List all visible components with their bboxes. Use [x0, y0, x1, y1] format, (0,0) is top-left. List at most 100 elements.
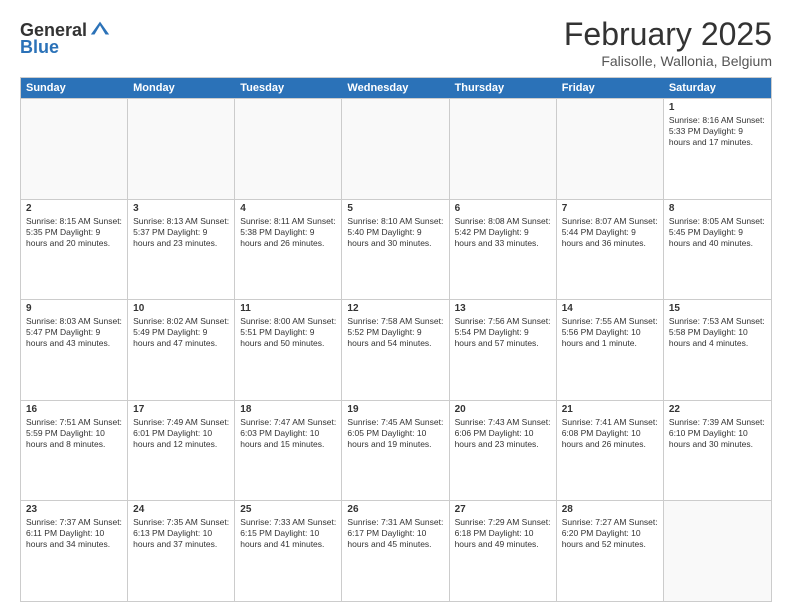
- calendar-row-2: 9 Sunrise: 8:03 AM Sunset: 5:47 PM Daylig…: [21, 299, 771, 400]
- calendar-cell-3-6: 22 Sunrise: 7:39 AM Sunset: 6:10 PM Dayli…: [664, 401, 771, 501]
- day-info: Sunrise: 7:51 AM Sunset: 5:59 PM Dayligh…: [26, 417, 122, 450]
- calendar-cell-4-1: 24 Sunrise: 7:35 AM Sunset: 6:13 PM Dayli…: [128, 501, 235, 601]
- header-thursday: Thursday: [450, 78, 557, 98]
- day-number: 5: [347, 203, 443, 214]
- day-number: 2: [26, 203, 122, 214]
- title-block: February 2025 Falisolle, Wallonia, Belgi…: [564, 16, 772, 69]
- calendar-body: 1 Sunrise: 8:16 AM Sunset: 5:33 PM Daylig…: [21, 98, 771, 601]
- day-info: Sunrise: 7:56 AM Sunset: 5:54 PM Dayligh…: [455, 316, 551, 349]
- header-tuesday: Tuesday: [235, 78, 342, 98]
- day-info: Sunrise: 7:43 AM Sunset: 6:06 PM Dayligh…: [455, 417, 551, 450]
- calendar-cell-2-0: 9 Sunrise: 8:03 AM Sunset: 5:47 PM Daylig…: [21, 300, 128, 400]
- day-number: 10: [133, 303, 229, 314]
- day-info: Sunrise: 8:08 AM Sunset: 5:42 PM Dayligh…: [455, 216, 551, 249]
- day-number: 11: [240, 303, 336, 314]
- day-info: Sunrise: 8:07 AM Sunset: 5:44 PM Dayligh…: [562, 216, 658, 249]
- day-info: Sunrise: 8:13 AM Sunset: 5:37 PM Dayligh…: [133, 216, 229, 249]
- day-info: Sunrise: 7:47 AM Sunset: 6:03 PM Dayligh…: [240, 417, 336, 450]
- day-number: 14: [562, 303, 658, 314]
- day-number: 28: [562, 504, 658, 515]
- header: General Blue February 2025 Falisolle, Wa…: [20, 16, 772, 69]
- header-monday: Monday: [128, 78, 235, 98]
- day-number: 16: [26, 404, 122, 415]
- calendar-cell-1-2: 4 Sunrise: 8:11 AM Sunset: 5:38 PM Daylig…: [235, 200, 342, 300]
- day-number: 1: [669, 102, 766, 113]
- day-number: 27: [455, 504, 551, 515]
- calendar-cell-2-1: 10 Sunrise: 8:02 AM Sunset: 5:49 PM Dayli…: [128, 300, 235, 400]
- day-number: 23: [26, 504, 122, 515]
- calendar-row-1: 2 Sunrise: 8:15 AM Sunset: 5:35 PM Daylig…: [21, 199, 771, 300]
- calendar-cell-0-1: [128, 99, 235, 199]
- day-number: 22: [669, 404, 766, 415]
- day-info: Sunrise: 8:15 AM Sunset: 5:35 PM Dayligh…: [26, 216, 122, 249]
- logo-icon: [89, 18, 111, 40]
- calendar-cell-4-0: 23 Sunrise: 7:37 AM Sunset: 6:11 PM Dayli…: [21, 501, 128, 601]
- day-number: 17: [133, 404, 229, 415]
- calendar-row-4: 23 Sunrise: 7:37 AM Sunset: 6:11 PM Dayli…: [21, 500, 771, 601]
- page: General Blue February 2025 Falisolle, Wa…: [0, 0, 792, 612]
- day-info: Sunrise: 7:39 AM Sunset: 6:10 PM Dayligh…: [669, 417, 766, 450]
- calendar-cell-1-1: 3 Sunrise: 8:13 AM Sunset: 5:37 PM Daylig…: [128, 200, 235, 300]
- day-number: 21: [562, 404, 658, 415]
- day-number: 3: [133, 203, 229, 214]
- day-info: Sunrise: 7:41 AM Sunset: 6:08 PM Dayligh…: [562, 417, 658, 450]
- header-sunday: Sunday: [21, 78, 128, 98]
- day-number: 4: [240, 203, 336, 214]
- calendar-cell-4-5: 28 Sunrise: 7:27 AM Sunset: 6:20 PM Dayli…: [557, 501, 664, 601]
- day-info: Sunrise: 7:37 AM Sunset: 6:11 PM Dayligh…: [26, 517, 122, 550]
- calendar-cell-3-4: 20 Sunrise: 7:43 AM Sunset: 6:06 PM Dayli…: [450, 401, 557, 501]
- day-info: Sunrise: 8:00 AM Sunset: 5:51 PM Dayligh…: [240, 316, 336, 349]
- header-saturday: Saturday: [664, 78, 771, 98]
- day-info: Sunrise: 7:33 AM Sunset: 6:15 PM Dayligh…: [240, 517, 336, 550]
- calendar-cell-0-0: [21, 99, 128, 199]
- header-wednesday: Wednesday: [342, 78, 449, 98]
- calendar-cell-2-3: 12Sunrise: 7:58 AM Sunset: 5:52 PM Dayli…: [342, 300, 449, 400]
- day-number: 6: [455, 203, 551, 214]
- calendar-cell-2-6: 15 Sunrise: 7:53 AM Sunset: 5:58 PM Dayli…: [664, 300, 771, 400]
- logo: General Blue: [20, 20, 111, 58]
- calendar-cell-1-6: 8Sunrise: 8:05 AM Sunset: 5:45 PM Daylig…: [664, 200, 771, 300]
- calendar-cell-3-3: 19Sunrise: 7:45 AM Sunset: 6:05 PM Dayli…: [342, 401, 449, 501]
- calendar-row-0: 1 Sunrise: 8:16 AM Sunset: 5:33 PM Daylig…: [21, 98, 771, 199]
- calendar-cell-2-4: 13 Sunrise: 7:56 AM Sunset: 5:54 PM Dayli…: [450, 300, 557, 400]
- day-number: 20: [455, 404, 551, 415]
- header-friday: Friday: [557, 78, 664, 98]
- day-number: 18: [240, 404, 336, 415]
- day-number: 24: [133, 504, 229, 515]
- calendar-cell-0-5: [557, 99, 664, 199]
- day-info: Sunrise: 7:53 AM Sunset: 5:58 PM Dayligh…: [669, 316, 766, 349]
- calendar-cell-1-0: 2 Sunrise: 8:15 AM Sunset: 5:35 PM Daylig…: [21, 200, 128, 300]
- day-info: Sunrise: 8:02 AM Sunset: 5:49 PM Dayligh…: [133, 316, 229, 349]
- calendar-cell-3-5: 21 Sunrise: 7:41 AM Sunset: 6:08 PM Dayli…: [557, 401, 664, 501]
- day-info: Sunrise: 8:10 AM Sunset: 5:40 PM Dayligh…: [347, 216, 443, 249]
- day-number: 9: [26, 303, 122, 314]
- day-number: 15: [669, 303, 766, 314]
- calendar: Sunday Monday Tuesday Wednesday Thursday…: [20, 77, 772, 602]
- calendar-cell-0-6: 1 Sunrise: 8:16 AM Sunset: 5:33 PM Daylig…: [664, 99, 771, 199]
- day-info: Sunrise: 7:49 AM Sunset: 6:01 PM Dayligh…: [133, 417, 229, 450]
- calendar-cell-4-6: [664, 501, 771, 601]
- day-info: Sunrise: 8:03 AM Sunset: 5:47 PM Dayligh…: [26, 316, 122, 349]
- calendar-cell-3-1: 17 Sunrise: 7:49 AM Sunset: 6:01 PM Dayli…: [128, 401, 235, 501]
- day-info: Sunrise: 7:27 AM Sunset: 6:20 PM Dayligh…: [562, 517, 658, 550]
- calendar-cell-2-2: 11 Sunrise: 8:00 AM Sunset: 5:51 PM Dayli…: [235, 300, 342, 400]
- day-info: Sunrise: 7:31 AM Sunset: 6:17 PM Dayligh…: [347, 517, 443, 550]
- calendar-cell-2-5: 14Sunrise: 7:55 AM Sunset: 5:56 PM Dayli…: [557, 300, 664, 400]
- day-info: Sunrise: 8:05 AM Sunset: 5:45 PM Dayligh…: [669, 216, 766, 249]
- calendar-cell-4-2: 25Sunrise: 7:33 AM Sunset: 6:15 PM Dayli…: [235, 501, 342, 601]
- day-info: Sunrise: 8:11 AM Sunset: 5:38 PM Dayligh…: [240, 216, 336, 249]
- calendar-cell-1-4: 6 Sunrise: 8:08 AM Sunset: 5:42 PM Daylig…: [450, 200, 557, 300]
- location: Falisolle, Wallonia, Belgium: [564, 53, 772, 69]
- day-number: 7: [562, 203, 658, 214]
- day-number: 13: [455, 303, 551, 314]
- calendar-cell-0-4: [450, 99, 557, 199]
- calendar-cell-0-3: [342, 99, 449, 199]
- day-info: Sunrise: 7:35 AM Sunset: 6:13 PM Dayligh…: [133, 517, 229, 550]
- calendar-cell-0-2: [235, 99, 342, 199]
- day-info: Sunrise: 7:45 AM Sunset: 6:05 PM Dayligh…: [347, 417, 443, 450]
- calendar-cell-3-0: 16 Sunrise: 7:51 AM Sunset: 5:59 PM Dayli…: [21, 401, 128, 501]
- calendar-cell-1-3: 5 Sunrise: 8:10 AM Sunset: 5:40 PM Daylig…: [342, 200, 449, 300]
- month-year: February 2025: [564, 16, 772, 53]
- day-info: Sunrise: 8:16 AM Sunset: 5:33 PM Dayligh…: [669, 115, 766, 148]
- day-info: Sunrise: 7:58 AM Sunset: 5:52 PM Dayligh…: [347, 316, 443, 349]
